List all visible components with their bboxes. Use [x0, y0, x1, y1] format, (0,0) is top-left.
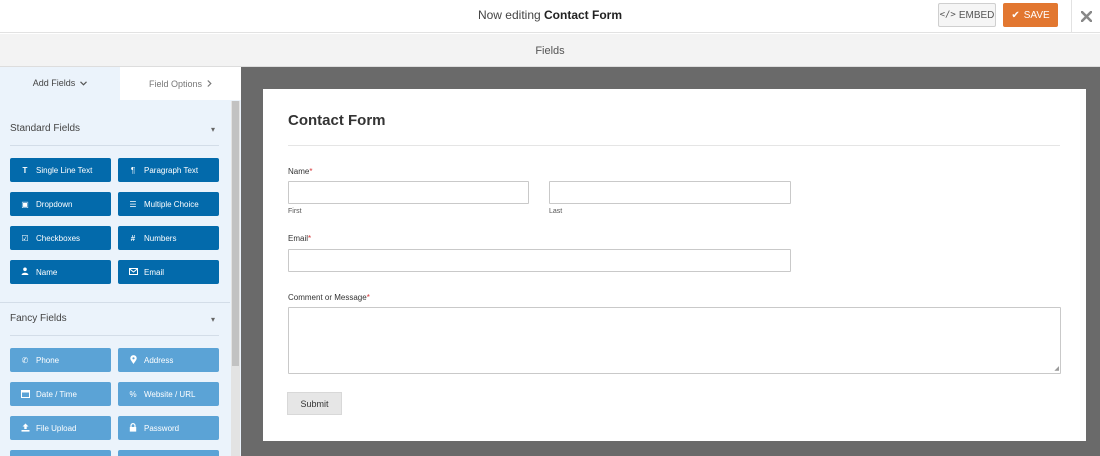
- label-text: Email: [288, 234, 309, 243]
- field-button-label: Checkboxes: [36, 233, 81, 243]
- section-label: Fields: [535, 45, 565, 57]
- chevron-down-icon: ▾: [210, 125, 215, 134]
- field-button-label: File Upload: [36, 423, 77, 433]
- field-button-label: Website / URL: [144, 389, 196, 399]
- field-button-multiple-choice[interactable]: ☰ Multiple Choice: [118, 192, 219, 216]
- field-button-phone[interactable]: ✆ Phone: [10, 348, 111, 372]
- embed-button[interactable]: </> EMBED: [938, 3, 996, 27]
- chevron-right-icon: [207, 80, 212, 87]
- paragraph-icon: ¶: [130, 165, 136, 175]
- envelope-icon: [128, 267, 138, 277]
- field-button-label: Name: [36, 267, 58, 277]
- field-button-website-url[interactable]: % Website / URL: [118, 382, 219, 406]
- save-label: SAVE: [1023, 9, 1050, 21]
- field-button-file-upload[interactable]: File Upload: [10, 416, 111, 440]
- field-button-numbers[interactable]: # Numbers: [118, 226, 219, 250]
- message-textarea[interactable]: ◢: [288, 307, 1061, 374]
- divider: [10, 335, 219, 336]
- left-panel: Add Fields Field Options Standard Fields…: [0, 67, 241, 456]
- tab-add-fields[interactable]: Add Fields: [0, 67, 120, 100]
- field-button-label: Numbers: [144, 233, 177, 243]
- first-sublabel: First: [288, 208, 302, 215]
- field-button-checkboxes[interactable]: ☑ Checkboxes: [10, 226, 111, 250]
- field-button-date-time[interactable]: Date / Time: [10, 382, 111, 406]
- name-field-label: Name*: [288, 167, 312, 176]
- field-button-label: Multiple Choice: [144, 199, 199, 209]
- field-button-paragraph-text[interactable]: ¶ Paragraph Text: [118, 158, 219, 182]
- field-button-label: Date / Time: [36, 389, 77, 399]
- fancy-fields-header[interactable]: Fancy Fields ▾: [10, 313, 219, 329]
- submit-label: Submit: [300, 398, 329, 409]
- save-button[interactable]: ✔ SAVE: [1003, 3, 1058, 27]
- required-marker: *: [366, 293, 370, 302]
- chevron-down-icon: [80, 80, 88, 86]
- standard-fields-header[interactable]: Standard Fields ▾: [10, 123, 219, 139]
- field-button-label: Single Line Text: [36, 165, 93, 175]
- field-button-label: Phone: [36, 355, 60, 365]
- field-button-single-line-text[interactable]: T Single Line Text: [10, 158, 111, 182]
- last-sublabel: Last: [549, 208, 563, 215]
- field-button-label: Dropdown: [36, 199, 73, 209]
- upload-icon: [20, 423, 30, 434]
- field-button-partial[interactable]: [10, 450, 111, 456]
- close-icon: [1080, 11, 1092, 22]
- list-icon: ☰: [129, 199, 137, 209]
- field-button-address[interactable]: Address: [118, 348, 219, 372]
- tab-label: Add Fields: [32, 78, 76, 88]
- form-title: Contact Form: [288, 112, 386, 129]
- panel-tabs: Add Fields Field Options: [0, 67, 241, 100]
- checkmark-icon: ✔: [1011, 9, 1020, 21]
- editor-title: Now editing Contact Form: [0, 0, 1100, 33]
- hash-icon: #: [130, 233, 136, 243]
- link-icon: %: [129, 389, 137, 399]
- checkbox-icon: ☑: [21, 233, 29, 243]
- map-pin-icon: [128, 354, 138, 366]
- tab-field-options[interactable]: Field Options: [120, 67, 241, 100]
- divider: [0, 302, 230, 303]
- text-icon: T: [22, 165, 28, 175]
- field-button-email[interactable]: Email: [118, 260, 219, 284]
- field-list: Standard Fields ▾ T Single Line Text ¶ P…: [0, 101, 230, 456]
- field-button-label: Paragraph Text: [144, 165, 199, 175]
- field-button-partial[interactable]: [118, 450, 219, 456]
- top-bar: Now editing Contact Form </> EMBED ✔ SAV…: [0, 0, 1100, 33]
- calendar-icon: [20, 389, 30, 400]
- resize-handle-icon[interactable]: ◢: [1054, 365, 1059, 372]
- embed-label: EMBED: [958, 9, 995, 21]
- field-button-dropdown[interactable]: ▣ Dropdown: [10, 192, 111, 216]
- section-bar: Fields: [0, 34, 1100, 67]
- lock-icon: [128, 422, 138, 434]
- required-marker: *: [308, 234, 312, 243]
- scrollbar-thumb[interactable]: [232, 101, 239, 366]
- email-field-label: Email*: [288, 234, 311, 243]
- panel-scrollbar[interactable]: [231, 101, 240, 456]
- field-button-label: Password: [144, 423, 180, 433]
- field-button-password[interactable]: Password: [118, 416, 219, 440]
- submit-button[interactable]: Submit: [287, 392, 342, 415]
- field-button-label: Address: [144, 355, 174, 365]
- first-name-input[interactable]: [288, 181, 529, 204]
- required-marker: *: [309, 167, 313, 176]
- field-button-name[interactable]: Name: [10, 260, 111, 284]
- field-button-label: Email: [144, 267, 165, 277]
- group-title: Standard Fields: [10, 123, 81, 134]
- label-text: Name: [288, 167, 310, 176]
- last-name-input[interactable]: [549, 181, 791, 204]
- tab-label: Field Options: [148, 78, 203, 89]
- dropdown-icon: ▣: [21, 199, 29, 209]
- divider: [288, 145, 1060, 146]
- label-text: Comment or Message: [288, 293, 367, 302]
- email-input[interactable]: [288, 249, 791, 272]
- user-icon: [20, 267, 30, 277]
- form-name: Contact Form: [544, 8, 623, 22]
- close-button[interactable]: [1071, 0, 1100, 33]
- form-preview: Contact Form Name* First Last Email* Com…: [263, 89, 1086, 441]
- group-title: Fancy Fields: [10, 313, 67, 324]
- message-field-label: Comment or Message*: [288, 293, 370, 302]
- title-prefix: Now editing: [477, 8, 541, 22]
- phone-icon: ✆: [21, 355, 29, 365]
- chevron-down-icon: ▾: [210, 315, 215, 324]
- divider: [10, 145, 219, 146]
- code-icon: </>: [939, 10, 956, 20]
